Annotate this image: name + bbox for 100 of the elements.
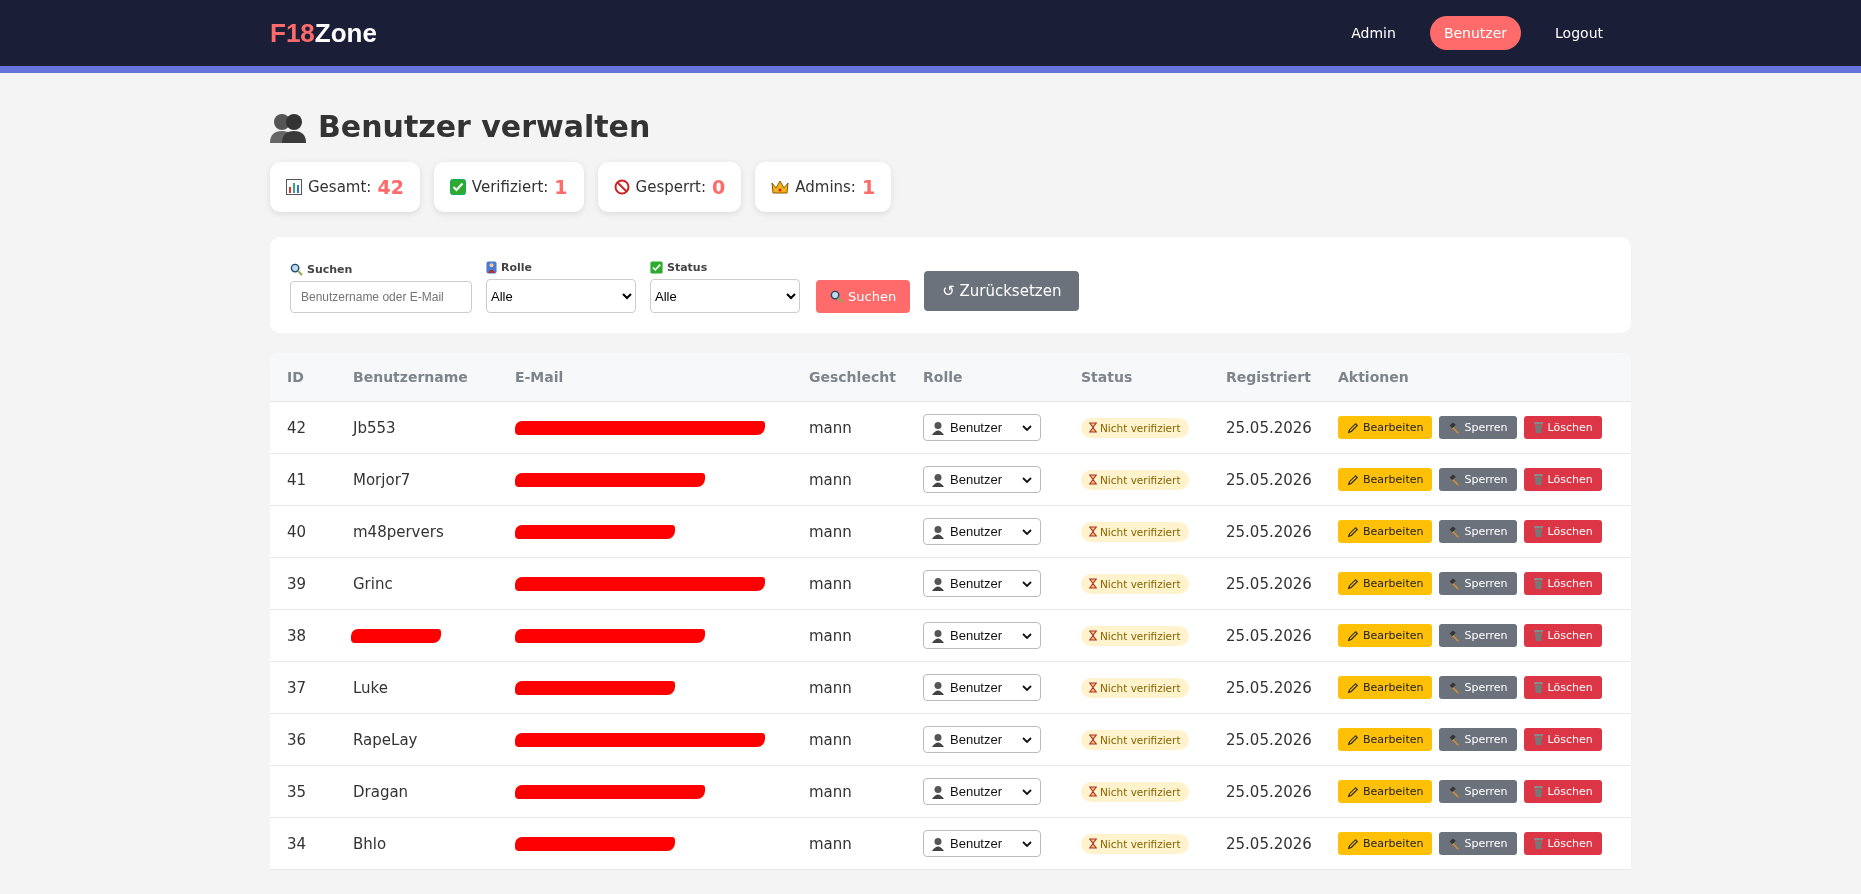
edit-button[interactable]: Bearbeiten	[1338, 520, 1433, 543]
prohibited-icon	[613, 179, 630, 195]
table-cell-text: 38	[287, 626, 308, 645]
person-icon	[932, 420, 944, 435]
hourglass-icon	[1089, 526, 1097, 537]
block-button[interactable]: Sperren	[1439, 676, 1517, 699]
trash-icon	[1532, 733, 1544, 746]
table-cell: 25.05.2026	[1226, 418, 1312, 437]
delete-button[interactable]: Löschen	[1523, 624, 1602, 647]
role-dropdown[interactable]: Benutzer	[923, 726, 1041, 753]
role-dropdown[interactable]: Benutzer	[923, 830, 1041, 857]
role-dropdown[interactable]: Benutzer	[923, 570, 1041, 597]
field-label: Rolle	[501, 261, 533, 274]
block-button[interactable]: Sperren	[1439, 780, 1517, 803]
field-label: Status	[667, 261, 708, 274]
chevron-down-icon	[1022, 736, 1032, 743]
table-cell: m48pervers	[353, 522, 444, 541]
trash-icon	[1532, 785, 1544, 798]
table-cell-text: 42	[287, 418, 308, 437]
block-button[interactable]: Sperren	[1439, 468, 1517, 491]
table-cell: 25.05.2026	[1226, 574, 1312, 593]
trash-icon	[1532, 473, 1544, 486]
edit-button[interactable]: Bearbeiten	[1338, 416, 1433, 439]
edit-button[interactable]: Bearbeiten	[1338, 468, 1433, 491]
table-cell: Luke	[353, 678, 388, 697]
column-header: Aktionen	[1338, 369, 1409, 385]
hammer-icon	[1448, 837, 1461, 850]
person-icon	[486, 261, 497, 274]
chevron-down-icon	[1022, 528, 1032, 535]
person-icon	[932, 472, 944, 487]
status-badge: Nicht verifiziert	[1081, 677, 1189, 698]
person-icon	[932, 732, 944, 747]
block-button[interactable]: Sperren	[1439, 728, 1517, 751]
edit-button[interactable]: Bearbeiten	[1338, 832, 1433, 855]
delete-button[interactable]: Löschen	[1523, 572, 1602, 595]
pencil-icon	[1347, 785, 1359, 798]
pencil-icon	[1347, 837, 1359, 850]
delete-button[interactable]: Löschen	[1523, 468, 1602, 491]
delete-button[interactable]: Löschen	[1523, 676, 1602, 699]
hourglass-icon	[1089, 786, 1097, 797]
block-button[interactable]: Sperren	[1439, 416, 1517, 439]
delete-button[interactable]: Löschen	[1523, 416, 1602, 439]
hourglass-icon	[1089, 734, 1097, 745]
delete-button[interactable]: Löschen	[1523, 832, 1602, 855]
delete-button[interactable]: Löschen	[1523, 520, 1602, 543]
block-button[interactable]: Sperren	[1439, 572, 1517, 595]
table-cell: Morjor7	[353, 470, 411, 489]
pencil-icon	[1347, 473, 1359, 486]
hammer-icon	[1448, 681, 1461, 694]
nav-link[interactable]: Admin	[1337, 16, 1410, 50]
edit-button[interactable]: Bearbeiten	[1338, 624, 1433, 647]
table-cell: Bhlo	[353, 834, 387, 853]
delete-button[interactable]: Löschen	[1523, 728, 1602, 751]
edit-button[interactable]: Bearbeiten	[1338, 676, 1433, 699]
person-icon	[932, 680, 944, 695]
edit-button[interactable]: Bearbeiten	[1338, 572, 1433, 595]
pencil-icon	[1347, 525, 1359, 538]
table-cell-text: 34	[287, 834, 308, 853]
role-dropdown[interactable]: Benutzer	[923, 414, 1041, 441]
table-cell-text: 36	[287, 730, 308, 749]
column-header: ID	[287, 369, 304, 385]
role-dropdown[interactable]: Benutzer	[923, 466, 1041, 493]
table-cell-text: 37	[287, 678, 308, 697]
delete-button[interactable]: Löschen	[1523, 780, 1602, 803]
chevron-down-icon	[1022, 788, 1032, 795]
trash-icon	[1532, 681, 1544, 694]
table-cell: 25.05.2026	[1226, 522, 1312, 541]
trash-icon	[1532, 577, 1544, 590]
hammer-icon	[1448, 577, 1461, 590]
chevron-down-icon	[1022, 476, 1032, 483]
search-field[interactable]: Benutzername oder E-Mail	[290, 281, 472, 313]
edit-button[interactable]: Bearbeiten	[1338, 780, 1433, 803]
status-badge: Nicht verifiziert	[1081, 729, 1189, 750]
brand-logo[interactable]: F18Zone	[270, 17, 377, 49]
block-button[interactable]: Sperren	[1439, 832, 1517, 855]
role-dropdown[interactable]: Benutzer	[923, 518, 1041, 545]
trash-icon	[1532, 421, 1544, 434]
page-title: Benutzer verwalten	[318, 109, 651, 144]
block-button[interactable]: Sperren	[1439, 624, 1517, 647]
edit-button[interactable]: Bearbeiten	[1338, 728, 1433, 751]
bar-chart-icon	[286, 179, 302, 195]
role-dropdown[interactable]: Benutzer	[923, 622, 1041, 649]
table-cell: 25.05.2026	[1226, 678, 1312, 697]
chevron-down-icon	[1022, 424, 1032, 431]
hammer-icon	[1448, 785, 1461, 798]
block-button[interactable]: Sperren	[1439, 520, 1517, 543]
search-icon	[290, 263, 303, 276]
hourglass-icon	[1089, 630, 1097, 641]
chevron-down-icon	[1022, 580, 1032, 587]
role-dropdown[interactable]: Alle	[486, 279, 636, 313]
status-dropdown[interactable]: Alle	[650, 279, 800, 313]
nav-link[interactable]: Logout	[1541, 16, 1617, 50]
hammer-icon	[1448, 473, 1461, 486]
reset-button[interactable]: ↺ Zurücksetzen	[924, 271, 1080, 311]
role-dropdown[interactable]: Benutzer	[923, 778, 1041, 805]
table-cell: 25.05.2026	[1226, 470, 1312, 489]
pencil-icon	[1347, 629, 1359, 642]
status-badge: Nicht verifiziert	[1081, 625, 1189, 646]
hourglass-icon	[1089, 682, 1097, 693]
role-dropdown[interactable]: Benutzer	[923, 674, 1041, 701]
